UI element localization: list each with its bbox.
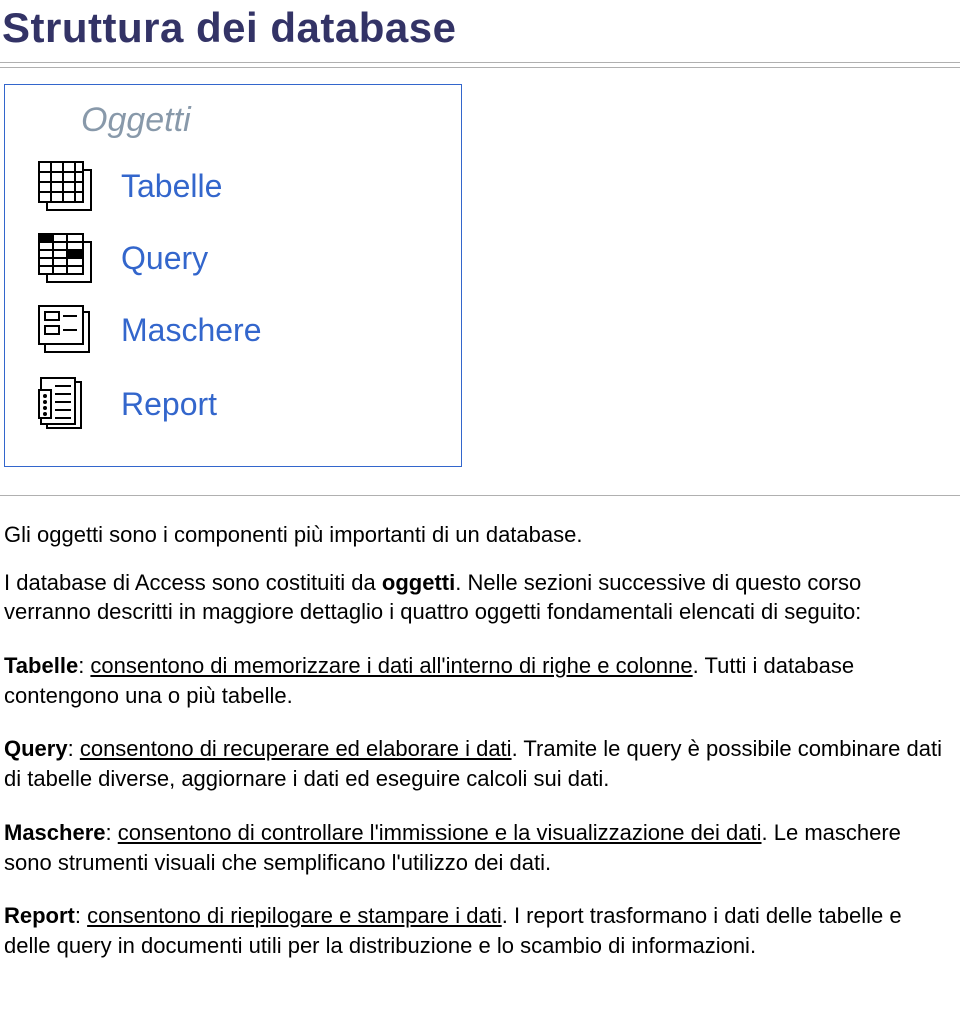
section-name: Report (4, 903, 75, 928)
panel-heading: Oggetti (17, 101, 449, 150)
table-icon (37, 160, 93, 212)
object-label: Query (121, 240, 208, 277)
text: I database di Access sono costituiti da (4, 570, 382, 595)
object-label: Report (121, 386, 217, 423)
section-tabelle: Tabelle: consentono di memorizzare i dat… (4, 651, 954, 710)
section-underlined: consentono di recuperare ed elaborare i … (80, 736, 512, 761)
intro-line-1: Gli oggetti sono i componenti più import… (4, 520, 954, 550)
object-item-maschere: Maschere (17, 294, 449, 366)
report-icon (37, 376, 93, 432)
object-item-report: Report (17, 366, 449, 442)
bold-oggetti: oggetti (382, 570, 455, 595)
section-name: Query (4, 736, 68, 761)
section-name: Tabelle (4, 653, 78, 678)
form-icon (37, 304, 93, 356)
page-title: Struttura dei database (0, 0, 960, 60)
query-icon (37, 232, 93, 284)
divider (0, 495, 960, 496)
section-name: Maschere (4, 820, 106, 845)
intro-line-2: I database di Access sono costituiti da … (4, 568, 954, 627)
objects-panel: Oggetti Tabelle (4, 84, 462, 467)
section-maschere: Maschere: consentono di controllare l'im… (4, 818, 954, 877)
divider (0, 62, 960, 63)
object-label: Maschere (121, 312, 262, 349)
section-underlined: consentono di controllare l'immissione e… (118, 820, 762, 845)
section-report: Report: consentono di riepilogare e stam… (4, 901, 954, 960)
section-underlined: consentono di riepilogare e stampare i d… (87, 903, 502, 928)
divider (0, 67, 960, 68)
section-query: Query: consentono di recuperare ed elabo… (4, 734, 954, 793)
body-text: Gli oggetti sono i componenti più import… (0, 500, 960, 961)
object-item-tabelle: Tabelle (17, 150, 449, 222)
object-item-query: Query (17, 222, 449, 294)
section-underlined: consentono di memorizzare i dati all'int… (90, 653, 692, 678)
object-label: Tabelle (121, 168, 222, 205)
